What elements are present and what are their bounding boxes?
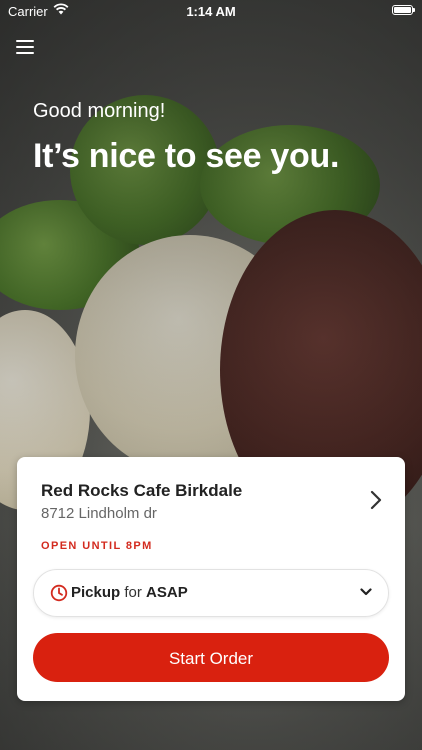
chevron-down-icon xyxy=(360,588,372,596)
order-mode-text: Pickup for ASAP xyxy=(71,584,188,601)
start-order-button[interactable]: Start Order xyxy=(33,633,389,682)
order-mode-time: ASAP xyxy=(146,584,188,601)
battery-icon xyxy=(392,5,415,15)
chevron-right-icon[interactable] xyxy=(369,490,383,510)
clock-icon xyxy=(50,584,68,602)
store-card: Red Rocks Cafe Birkdale 8712 Lindholm dr… xyxy=(17,457,405,701)
store-name: Red Rocks Cafe Birkdale xyxy=(41,481,243,500)
store-address: 8712 Lindholm dr xyxy=(41,505,157,522)
greeting-text: Good morning! xyxy=(33,100,166,122)
order-mode-connector: for xyxy=(124,584,142,601)
status-bar: Carrier 1:14 AM xyxy=(0,0,422,22)
order-mode-selector[interactable]: Pickup for ASAP xyxy=(33,569,389,617)
headline-text: It’s nice to see you. xyxy=(33,137,340,175)
order-mode-type: Pickup xyxy=(71,584,121,601)
store-hours: OPEN UNTIL 8PM xyxy=(41,540,153,552)
status-time: 1:14 AM xyxy=(186,4,236,19)
menu-icon[interactable] xyxy=(16,40,34,55)
